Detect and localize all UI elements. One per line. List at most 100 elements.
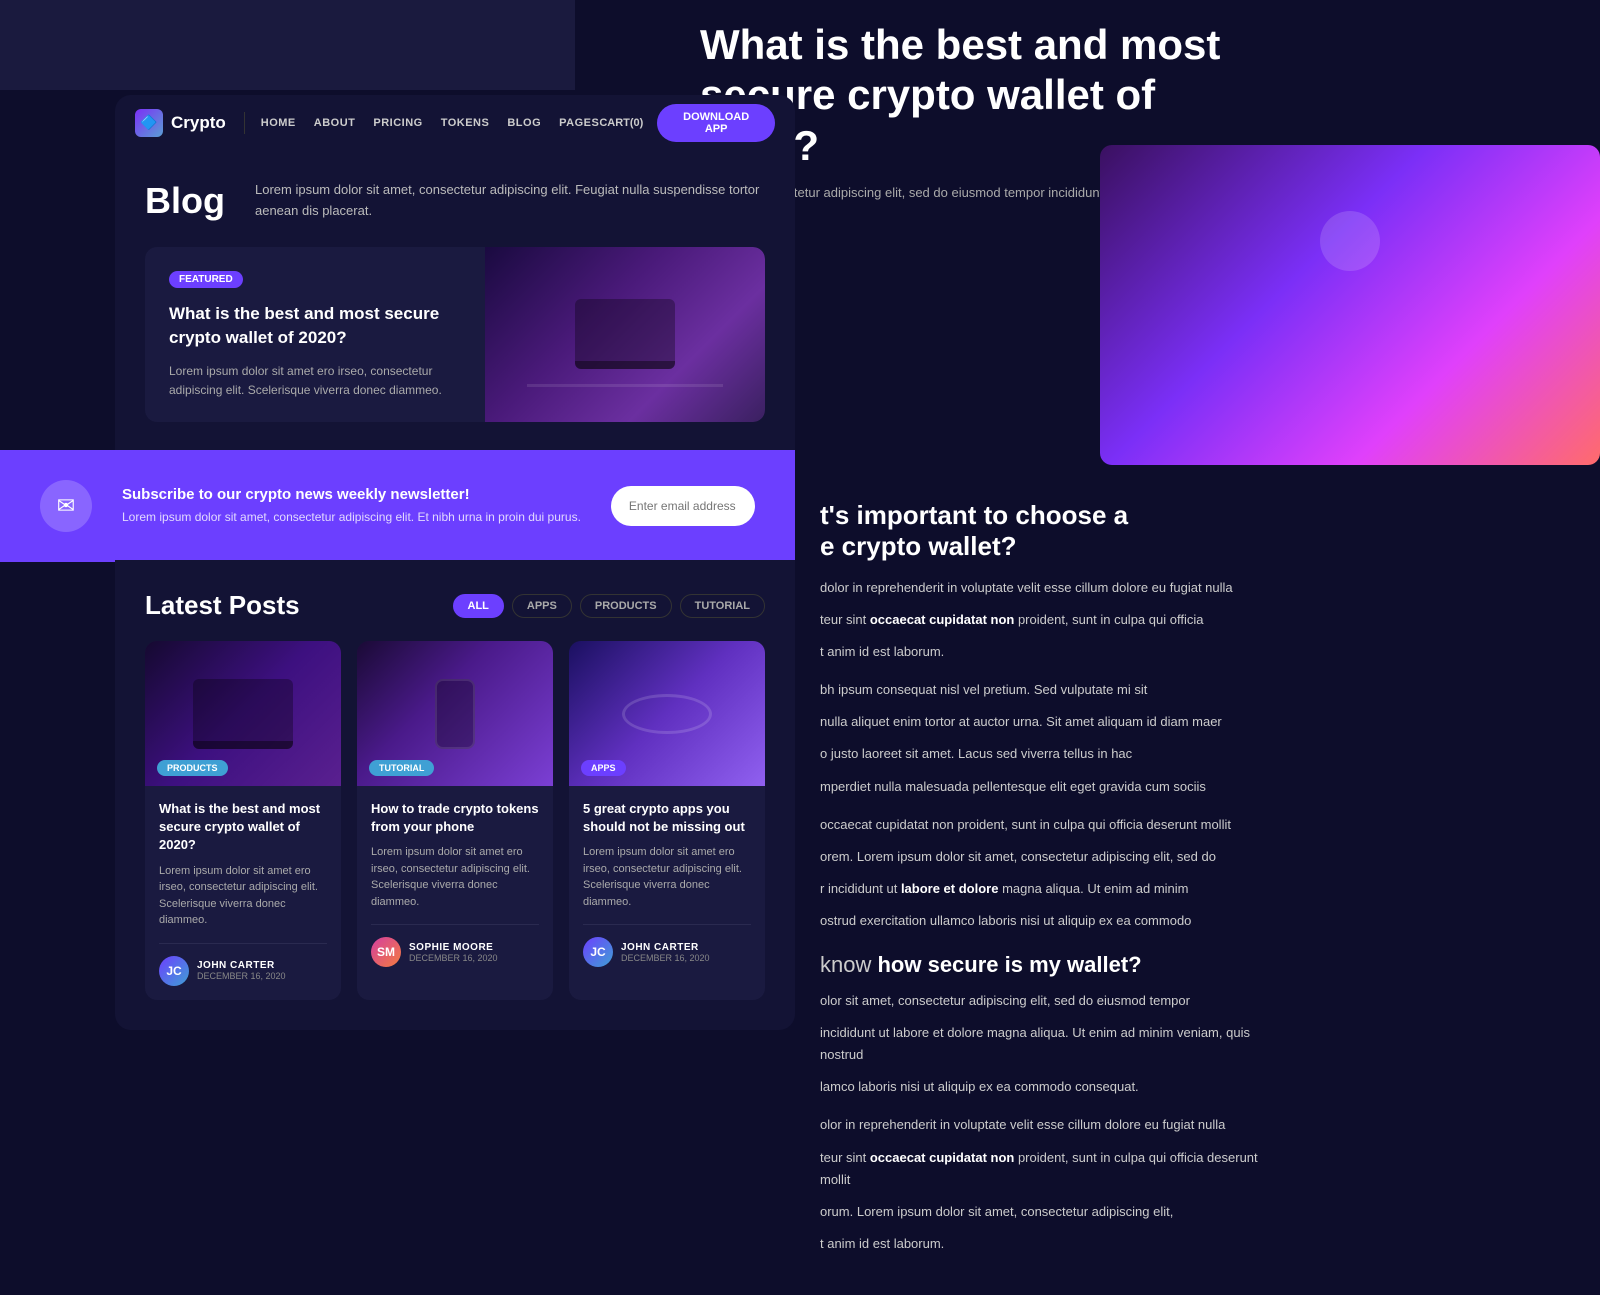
- article-p12: olor sit amet, consectetur adipiscing el…: [820, 990, 1260, 1012]
- highlight-1: occaecat cupidatat non: [870, 612, 1014, 627]
- brand-name: Crypto: [171, 113, 226, 133]
- nav-divider: [244, 112, 245, 134]
- logo-icon: 🔷: [135, 109, 163, 137]
- article-section4-title: know how secure is my wallet?: [820, 952, 1260, 978]
- post-author-3: JC JOHN CARTER DECEMBER 16, 2020: [583, 924, 751, 967]
- top-bg: [0, 0, 575, 90]
- article-p6: o justo laoreet sit amet. Lacus sed vive…: [820, 743, 1260, 765]
- nav-pricing[interactable]: PRICING: [373, 117, 422, 129]
- mail-symbol: ✉: [57, 493, 75, 519]
- featured-badge: FEATURED: [169, 271, 243, 288]
- hero-image: [1100, 145, 1600, 465]
- navbar-logo[interactable]: 🔷 Crypto: [135, 109, 226, 137]
- newsletter-description: Lorem ipsum dolor sit amet, consectetur …: [122, 508, 581, 526]
- post-title-2: How to trade crypto tokens from your pho…: [371, 800, 539, 836]
- article-p9: orem. Lorem ipsum dolor sit amet, consec…: [820, 846, 1260, 868]
- post-author-1: JC JOHN CARTER DECEMBER 16, 2020: [159, 943, 327, 986]
- post-title-1: What is the best and most secure crypto …: [159, 800, 327, 855]
- post-date-3: DECEMBER 16, 2020: [621, 953, 710, 963]
- filter-products[interactable]: PRODUCTS: [580, 594, 672, 618]
- mail-icon: ✉: [40, 480, 92, 532]
- newsletter-form[interactable]: SUBSCRIBE: [611, 486, 755, 526]
- author-name-3: JOHN CARTER: [621, 942, 710, 953]
- filter-apps[interactable]: APPS: [512, 594, 572, 618]
- article-p10: r incididunt ut labore et dolore magna a…: [820, 878, 1260, 900]
- latest-posts-header: Latest Posts ALL APPS PRODUCTS TUTORIAL: [145, 590, 765, 621]
- blog-title: Blog: [145, 180, 225, 222]
- article-p3: t anim id est laborum.: [820, 641, 1260, 663]
- nav-about[interactable]: ABOUT: [314, 117, 356, 129]
- email-input[interactable]: [629, 499, 755, 513]
- blog-header: Blog Lorem ipsum dolor sit amet, consect…: [145, 180, 765, 222]
- nav-links: HOME ABOUT PRICING TOKENS BLOG PAGES: [261, 117, 600, 129]
- nav-blog[interactable]: BLOG: [507, 117, 541, 129]
- filter-all[interactable]: ALL: [453, 594, 504, 618]
- nav-pages[interactable]: PAGES: [559, 117, 599, 129]
- featured-card-desc: Lorem ipsum dolor sit amet ero irseo, co…: [169, 362, 461, 400]
- post-body-2: How to trade crypto tokens from your pho…: [357, 786, 553, 981]
- article-p18: t anim id est laborum.: [820, 1233, 1260, 1255]
- featured-card[interactable]: FEATURED What is the best and most secur…: [145, 247, 765, 422]
- newsletter-section: ✉ Subscribe to our crypto news weekly ne…: [0, 450, 795, 562]
- author-info-2: SOPHIE MOORE DECEMBER 16, 2020: [409, 942, 498, 963]
- post-body-3: 5 great crypto apps you should not be mi…: [569, 786, 765, 981]
- filter-tabs: ALL APPS PRODUCTS TUTORIAL: [453, 594, 766, 618]
- post-card-2[interactable]: TUTORIAL How to trade crypto tokens from…: [357, 641, 553, 1000]
- post-wave-shape: [622, 694, 712, 734]
- laptop-shape: [575, 299, 675, 369]
- featured-card-title: What is the best and most secure crypto …: [169, 302, 461, 350]
- post-badge-2: TUTORIAL: [369, 760, 434, 776]
- post-date-1: DECEMBER 16, 2020: [197, 971, 286, 981]
- highlight-3: occaecat cupidatat non: [870, 1150, 1014, 1165]
- nav-home[interactable]: HOME: [261, 117, 296, 129]
- article-content: t's important to choose ae crypto wallet…: [800, 470, 1280, 1295]
- article-p11: ostrud exercitation ullamco laboris nisi…: [820, 910, 1260, 932]
- nav-tokens[interactable]: TOKENS: [441, 117, 490, 129]
- article-p1: dolor in reprehenderit in voluptate veli…: [820, 577, 1260, 599]
- article-p13: incididunt ut labore et dolore magna ali…: [820, 1022, 1260, 1066]
- article-p4: bh ipsum consequat nisl vel pretium. Sed…: [820, 679, 1260, 701]
- post-image-1: PRODUCTS: [145, 641, 341, 786]
- article-p2: teur sint occaecat cupidatat non proiden…: [820, 609, 1260, 631]
- img-decoration: [485, 247, 765, 422]
- post-desc-2: Lorem ipsum dolor sit amet ero irseo, co…: [371, 844, 539, 910]
- featured-laptop-visual: [485, 247, 765, 422]
- author-info-1: JOHN CARTER DECEMBER 16, 2020: [197, 960, 286, 981]
- post-badge-3: APPS: [581, 760, 626, 776]
- post-card-3[interactable]: APPS 5 great crypto apps you should not …: [569, 641, 765, 1000]
- post-badge-1: PRODUCTS: [157, 760, 228, 776]
- newsletter-text: Subscribe to our crypto news weekly news…: [122, 486, 581, 526]
- post-card-1[interactable]: PRODUCTS What is the best and most secur…: [145, 641, 341, 1000]
- newsletter-title: Subscribe to our crypto news weekly news…: [122, 486, 581, 503]
- nav-actions: CART(0) DOWNLOAD APP: [599, 104, 775, 142]
- cart-label[interactable]: CART(0): [599, 117, 643, 129]
- highlight-2: labore et dolore: [901, 881, 999, 896]
- blog-description: Lorem ipsum dolor sit amet, consectetur …: [255, 180, 765, 222]
- author-info-3: JOHN CARTER DECEMBER 16, 2020: [621, 942, 710, 963]
- article-p16: teur sint occaecat cupidatat non proiden…: [820, 1147, 1260, 1191]
- avatar-3: JC: [583, 937, 613, 967]
- avatar-1: JC: [159, 956, 189, 986]
- article-p14: lamco laboris nisi ut aliquip ex ea comm…: [820, 1076, 1260, 1098]
- latest-posts-title: Latest Posts: [145, 590, 300, 621]
- download-button[interactable]: DOWNLOAD APP: [657, 104, 775, 142]
- posts-grid: PRODUCTS What is the best and most secur…: [145, 641, 765, 1000]
- post-body-1: What is the best and most secure crypto …: [145, 786, 341, 1000]
- post-laptop-shape: [193, 679, 293, 749]
- article-p8: occaecat cupidatat non proident, sunt in…: [820, 814, 1260, 836]
- article-p15: olor in reprehenderit in voluptate velit…: [820, 1114, 1260, 1136]
- article-section1-title: t's important to choose ae crypto wallet…: [820, 500, 1260, 562]
- featured-card-image: [485, 247, 765, 422]
- post-image-3: APPS: [569, 641, 765, 786]
- post-phone-shape: [435, 679, 475, 749]
- post-desc-3: Lorem ipsum dolor sit amet ero irseo, co…: [583, 844, 751, 910]
- post-title-3: 5 great crypto apps you should not be mi…: [583, 800, 751, 836]
- post-desc-1: Lorem ipsum dolor sit amet ero irseo, co…: [159, 863, 327, 929]
- hero-laptop-visual: [1100, 145, 1600, 465]
- post-image-2: TUTORIAL: [357, 641, 553, 786]
- latest-posts-section: Latest Posts ALL APPS PRODUCTS TUTORIAL …: [115, 560, 795, 1030]
- featured-card-text: FEATURED What is the best and most secur…: [145, 247, 485, 422]
- filter-tutorial[interactable]: TUTORIAL: [680, 594, 765, 618]
- post-date-2: DECEMBER 16, 2020: [409, 953, 498, 963]
- post-author-2: SM SOPHIE MOORE DECEMBER 16, 2020: [371, 924, 539, 967]
